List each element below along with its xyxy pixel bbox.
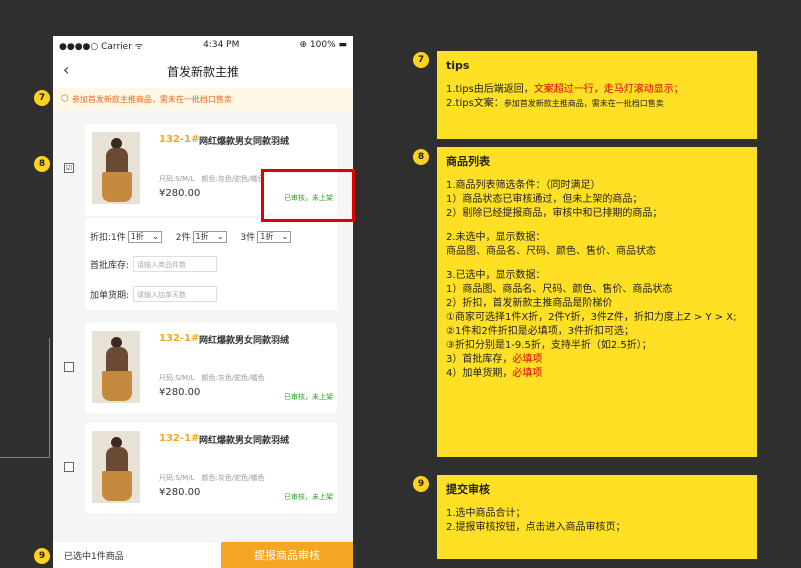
annotation-badge: 7 xyxy=(34,90,50,106)
chevron-left-icon[interactable]: ‹ xyxy=(63,62,77,78)
submit-review-button[interactable]: 提报商品审核 xyxy=(221,542,353,568)
connector-arrow xyxy=(0,338,50,458)
product-card[interactable]: 132-1# 网红爆款男女同款羽绒 尺码:S/M/L 颜色:灰色/驼色/橘色 ¥… xyxy=(85,323,337,413)
product-name: 网红爆款男女同款羽绒 xyxy=(199,336,290,346)
tier2-label: 2件 xyxy=(175,233,191,243)
note-submit: 提交审核 1.选中商品合计； 2.提报审核按钮，点击进入商品审核页； xyxy=(437,475,757,559)
product-image xyxy=(92,331,140,403)
tier3-discount-select[interactable]: 1折 ⌄ xyxy=(257,230,292,243)
product-name: 网红爆款男女同款羽绒 xyxy=(199,436,290,446)
product-price: ¥280.00 xyxy=(159,188,201,199)
product-price: ¥280.00 xyxy=(159,387,201,398)
note-tips: tips 1.tips由后端返回，文案超过一行，走马灯滚动显示； 2.tips文… xyxy=(437,51,757,139)
footer-bar: 已选中1件商品 提报商品审核 xyxy=(53,542,353,568)
product-checkbox[interactable] xyxy=(64,462,74,472)
status-time: 4:34 PM xyxy=(203,40,240,50)
annotation-badge: 7 xyxy=(413,52,429,68)
product-name: 网红爆款男女同款羽绒 xyxy=(199,137,290,147)
product-attrs: 尺码:S/M/L 颜色:灰色/驼色/橘色 xyxy=(159,175,265,183)
discount-label: 折扣: xyxy=(90,233,112,243)
product-card[interactable]: 132-1# 网红爆款男女同款羽绒 尺码:S/M/L 颜色:灰色/驼色/橘色 ¥… xyxy=(85,423,337,513)
product-code: 132-1# xyxy=(159,333,200,344)
tier1-label: 1件 xyxy=(111,233,126,243)
days-label: 加单货期: xyxy=(90,290,130,301)
note-title: 商品列表 xyxy=(446,155,490,168)
product-checkbox[interactable]: ☑ xyxy=(64,163,74,173)
days-input[interactable]: 请输入加单天数 xyxy=(133,286,218,302)
battery-indicator: ⊕ 100% ▬ xyxy=(299,40,348,50)
product-code: 132-1# xyxy=(159,134,200,145)
stock-label: 首批库存: xyxy=(90,260,130,271)
annotation-badge: 8 xyxy=(34,156,50,172)
tips-text: 参加首发新款主推商品，需未在一批档口售卖 xyxy=(71,94,232,104)
product-attrs: 尺码:S/M/L 颜色:灰色/驼色/橘色 xyxy=(159,474,265,482)
chevron-down-icon: ⌄ xyxy=(281,232,289,241)
carrier-signal: ●●●●○ Carrier ᯤ xyxy=(59,41,143,52)
product-image xyxy=(92,431,140,503)
tier3-label: 3件 xyxy=(240,233,256,243)
tier2-discount-select[interactable]: 1折 ⌄ xyxy=(192,230,227,243)
tier1-discount-select[interactable]: 1折 ⌄ xyxy=(127,230,162,243)
product-price: ¥280.00 xyxy=(159,487,201,498)
selected-summary: 已选中1件商品 xyxy=(64,551,124,562)
nav-bar: ‹ 首发新款主推 xyxy=(53,54,353,88)
annotation-badge: 9 xyxy=(413,476,429,492)
discount-options-panel: 折扣: 1件 1折 ⌄ 2件 1折 ⌄ 3件 1折 ⌄ 首批库存: 请输入商品件数 加… xyxy=(85,218,337,310)
product-image xyxy=(92,132,140,204)
product-status: 已审核，未上架 xyxy=(284,493,333,501)
stock-input[interactable]: 请输入商品件数 xyxy=(133,256,218,272)
product-checkbox[interactable] xyxy=(64,362,74,372)
highlight-box xyxy=(261,169,355,222)
product-attrs: 尺码:S/M/L 颜色:灰色/驼色/橘色 xyxy=(159,374,265,382)
chevron-down-icon: ⌄ xyxy=(152,232,159,241)
page-title: 首发新款主推 xyxy=(166,64,239,79)
status-bar: ●●●●○ Carrier ᯤ 4:34 PM ⊕ 100% ▬ xyxy=(53,36,353,54)
cube-icon: ⬡ xyxy=(61,94,69,104)
note-title: tips xyxy=(446,59,470,72)
phone-screen: ●●●●○ Carrier ᯤ 4:34 PM ⊕ 100% ▬ ‹ 首发新款主… xyxy=(53,36,353,568)
tips-bar: ⬡ 参加首发新款主推商品，需未在一批档口售卖 xyxy=(53,88,353,110)
product-status: 已审核，未上架 xyxy=(284,393,333,401)
note-product-list: 商品列表 1.商品列表筛选条件：（同时满足） 1）商品状态已审核通过，但未上架的… xyxy=(437,147,757,457)
note-title: 提交审核 xyxy=(446,483,490,496)
annotation-badge: 9 xyxy=(34,548,50,564)
annotation-badge: 8 xyxy=(413,149,429,165)
chevron-down-icon: ⌄ xyxy=(216,232,224,241)
product-code: 132-1# xyxy=(159,433,200,444)
